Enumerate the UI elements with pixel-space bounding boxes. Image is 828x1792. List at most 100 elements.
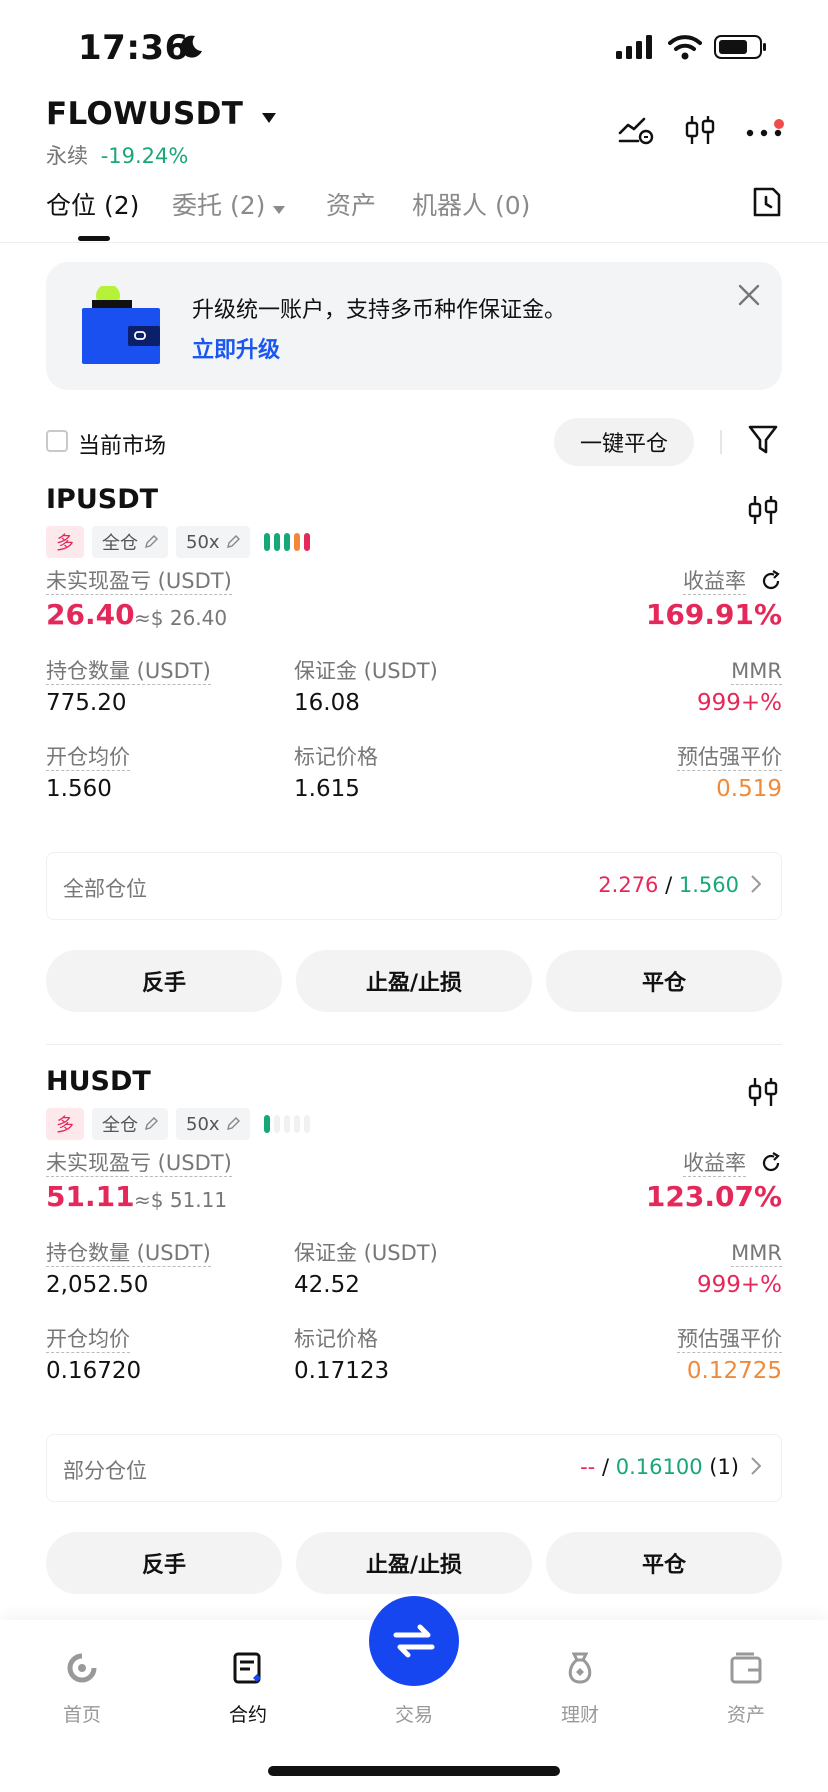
- contract-type: 永续: [46, 144, 88, 168]
- candlestick-icon[interactable]: [748, 1076, 778, 1112]
- upgrade-banner[interactable]: 升级统一账户，支持多币种作保证金。 立即升级: [46, 262, 782, 390]
- current-market-checkbox[interactable]: [46, 430, 68, 452]
- close-all-button[interactable]: 一键平仓: [554, 418, 694, 466]
- candlestick-icon[interactable]: [684, 114, 716, 150]
- entry-price-value: 0.16720: [46, 1358, 142, 1384]
- margin-mode-tag[interactable]: 全仓: [92, 526, 168, 558]
- refresh-icon[interactable]: [760, 570, 782, 596]
- pnl-value: 51.11: [46, 1180, 135, 1213]
- chevron-right-icon: [751, 1457, 762, 1479]
- nav-contract[interactable]: 合约: [198, 1650, 298, 1727]
- nav-earn[interactable]: 理财: [530, 1650, 630, 1727]
- wifi-icon: [668, 34, 702, 64]
- risk-meter: [263, 533, 310, 551]
- edit-icon: [145, 1117, 158, 1130]
- chart-trend-icon[interactable]: [618, 115, 654, 149]
- side-tag: 多: [46, 1108, 84, 1140]
- leverage-tag[interactable]: 50x: [176, 1108, 250, 1140]
- mark-price-label: 标记价格: [294, 1327, 378, 1351]
- edit-icon: [226, 535, 240, 548]
- upgrade-link[interactable]: 立即升级: [192, 332, 280, 364]
- tpsl-row[interactable]: 部分仓位 -- / 0.16100 (1): [46, 1434, 782, 1502]
- close-position-button[interactable]: 平仓: [546, 950, 782, 1012]
- entry-price-label: 开仓均价: [46, 745, 130, 771]
- nav-trade-label: 交易: [394, 1704, 433, 1726]
- contract-subtitle: 永续 -19.24%: [46, 140, 188, 170]
- mmr-label: MMR: [731, 1241, 782, 1267]
- more-icon[interactable]: [746, 118, 784, 142]
- nav-assets[interactable]: 资产: [696, 1650, 796, 1727]
- home-indicator: [268, 1766, 560, 1776]
- liq-price-label: 预估强平价: [677, 1327, 782, 1353]
- tab-bots[interactable]: 机器人 (0): [412, 186, 530, 222]
- roe-label: 收益率: [683, 569, 746, 595]
- card-divider: [46, 1044, 782, 1045]
- filter-divider: [720, 430, 722, 454]
- close-icon[interactable]: [738, 284, 760, 310]
- tabs-divider: [0, 242, 828, 243]
- banner-text: 升级统一账户，支持多币种作保证金。: [192, 298, 567, 323]
- nav-home[interactable]: 首页: [32, 1650, 132, 1727]
- stop-loss-value: 0.16100: [615, 1455, 703, 1479]
- filter-row: 当前市场 一键平仓: [46, 418, 782, 468]
- history-icon[interactable]: [752, 186, 782, 222]
- margin-value: 42.52: [294, 1272, 360, 1298]
- liq-price-value: 0.12725: [686, 1358, 782, 1384]
- margin-label: 保证金 (USDT): [294, 1241, 438, 1265]
- position-pair[interactable]: HUSDT: [46, 1066, 151, 1097]
- refresh-icon[interactable]: [760, 1152, 782, 1178]
- notification-dot: [774, 118, 784, 129]
- risk-bar: [283, 1115, 290, 1133]
- mark-price-value: 1.615: [294, 776, 360, 802]
- tpsl-button[interactable]: 止盈/止损: [296, 950, 532, 1012]
- wallet-icon: [82, 284, 172, 372]
- edit-icon: [145, 535, 158, 548]
- liq-price-value: 0.519: [716, 776, 782, 802]
- position-pair[interactable]: IPUSDT: [46, 484, 158, 515]
- entry-price-label: 开仓均价: [46, 1327, 130, 1353]
- market-header: FLOWUSDT 永续 -19.24%: [46, 96, 784, 176]
- leverage-label: 50x: [186, 1113, 220, 1135]
- status-bar: 17:36: [0, 0, 828, 100]
- tpsl-values: -- / 0.16100 (1): [580, 1455, 739, 1479]
- filter-icon[interactable]: [748, 424, 778, 460]
- reverse-button[interactable]: 反手: [46, 1532, 282, 1594]
- entry-price-value: 1.560: [46, 776, 112, 802]
- risk-bar: [303, 1115, 310, 1133]
- roe-value: 169.91%: [645, 598, 782, 631]
- tpsl-label: 部分仓位: [63, 1459, 147, 1483]
- candlestick-icon[interactable]: [748, 494, 778, 530]
- size-value: 775.20: [46, 690, 127, 716]
- tab-assets[interactable]: 资产: [326, 186, 376, 222]
- trade-button[interactable]: [369, 1596, 459, 1686]
- active-tab-indicator: [78, 236, 110, 241]
- caret-down-icon: [273, 206, 286, 214]
- close-position-button[interactable]: 平仓: [546, 1532, 782, 1594]
- tpsl-label: 全部仓位: [63, 877, 147, 901]
- pnl-usd: ≈$ 51.11: [134, 1188, 228, 1212]
- pnl-label: 未实现盈亏 (USDT): [46, 569, 232, 595]
- tab-orders[interactable]: 委托 (2): [172, 186, 286, 222]
- tab-positions[interactable]: 仓位 (2): [46, 186, 139, 222]
- tpsl-row[interactable]: 全部仓位 2.276 / 1.560: [46, 852, 782, 920]
- tpsl-count: (1): [709, 1455, 739, 1479]
- reverse-button[interactable]: 反手: [46, 950, 282, 1012]
- nav-home-label: 首页: [62, 1704, 101, 1726]
- symbol-selector[interactable]: FLOWUSDT: [46, 96, 277, 132]
- mmr-value: 999+%: [696, 690, 782, 716]
- leverage-label: 50x: [186, 531, 220, 553]
- margin-mode-tag[interactable]: 全仓: [92, 1108, 168, 1140]
- risk-bar: [273, 533, 280, 551]
- side-tag: 多: [46, 526, 84, 558]
- nav-earn-label: 理财: [560, 1704, 599, 1726]
- leverage-tag[interactable]: 50x: [176, 526, 250, 558]
- pnl-value: 26.40: [46, 598, 135, 631]
- position-actions: 反手 止盈/止损 平仓: [46, 950, 782, 1012]
- signal-icon: [616, 35, 656, 63]
- risk-bar: [303, 533, 310, 551]
- mmr-label: MMR: [731, 659, 782, 685]
- contract-icon: [233, 1652, 261, 1684]
- tpsl-button[interactable]: 止盈/止损: [296, 1532, 532, 1594]
- swap-icon: [393, 1624, 435, 1658]
- size-label: 持仓数量 (USDT): [46, 659, 211, 685]
